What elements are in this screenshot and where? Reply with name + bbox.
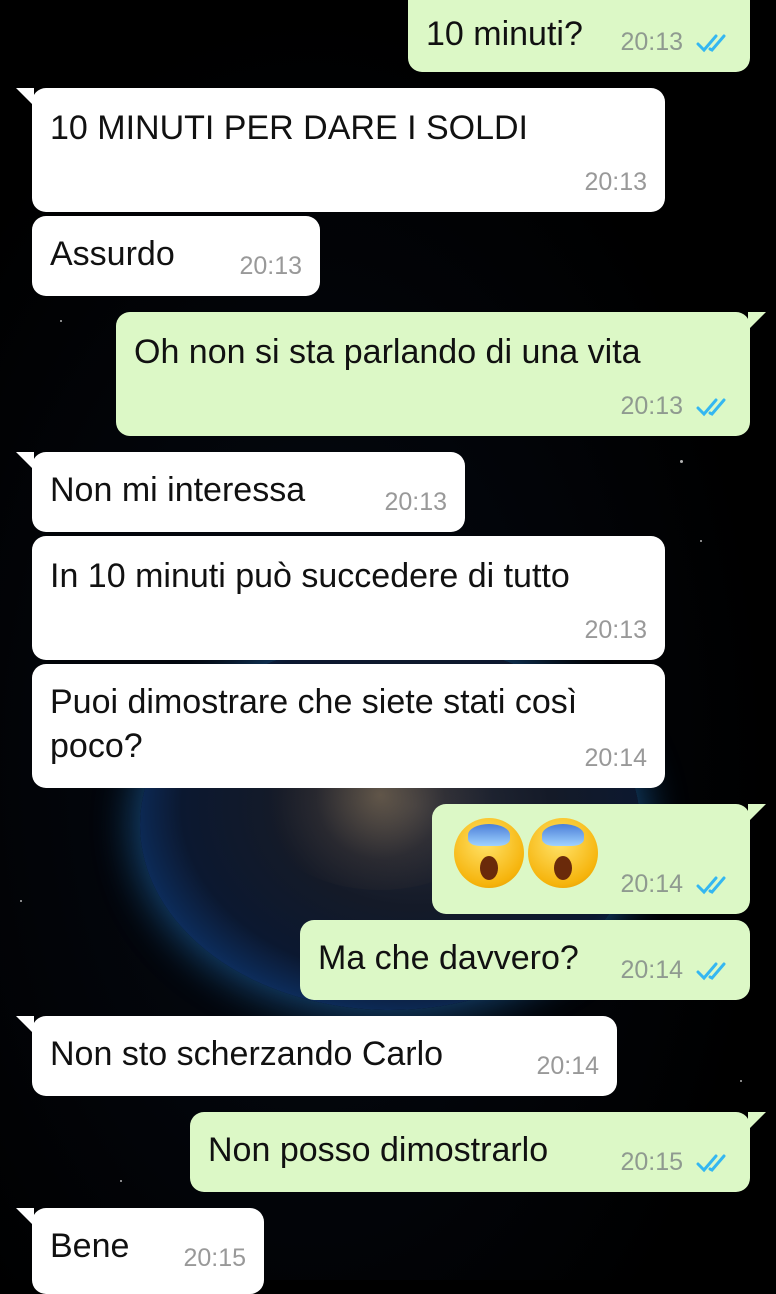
double-check-icon [696, 1154, 726, 1173]
double-check-icon [696, 962, 726, 981]
face-screaming-in-fear-icon [528, 818, 598, 888]
message-time: 20:14 [620, 870, 684, 898]
message-time: 20:13 [584, 168, 647, 196]
double-check-icon [696, 876, 726, 895]
message-outgoing[interactable]: Ma che davvero? 20:14 [300, 920, 750, 1000]
message-time: 20:13 [620, 28, 684, 56]
message-incoming[interactable]: 10 MINUTI PER DARE I SOLDI 20:13 [16, 88, 665, 212]
message-text: Bene [50, 1227, 130, 1265]
message-meta: 20:13 [620, 20, 732, 64]
message-time: 20:13 [384, 488, 447, 516]
message-time: 20:14 [584, 744, 647, 772]
message-text: Non posso dimostrarlo [208, 1131, 549, 1169]
star [740, 1080, 742, 1082]
message-outgoing[interactable]: Non posso dimostrarlo 20:15 [190, 1112, 766, 1192]
message-incoming[interactable]: In 10 minuti può succedere di tutto 20:1… [32, 536, 665, 660]
message-text: Oh non si sta parlando di una vita [134, 333, 641, 371]
message-text: Ma che davvero? [318, 939, 579, 977]
message-incoming[interactable]: Non sto scherzando Carlo 20:14 [16, 1016, 617, 1096]
message-text: 10 minuti? [426, 15, 583, 53]
star [60, 320, 62, 322]
message-time: 20:13 [620, 392, 684, 420]
message-time: 20:13 [239, 252, 302, 280]
message-time: 20:15 [183, 1244, 246, 1272]
star [120, 1180, 122, 1182]
face-screaming-in-fear-icon [454, 818, 524, 888]
message-incoming[interactable]: Assurdo 20:13 [32, 216, 320, 296]
message-text: Non mi interessa [50, 471, 306, 509]
message-incoming[interactable]: Bene 20:15 [16, 1208, 264, 1294]
message-outgoing-emoji[interactable]: 20:14 [432, 804, 766, 914]
star [700, 540, 702, 542]
message-time: 20:13 [584, 616, 647, 644]
message-outgoing[interactable]: Oh non si sta parlando di una vita 20:13 [116, 312, 766, 436]
double-check-icon [696, 398, 726, 417]
message-text: Puoi dimostrare che siete stati così poc… [50, 683, 578, 765]
message-meta: 20:14 [620, 948, 732, 992]
message-meta: 20:15 [620, 1140, 732, 1184]
message-meta: 20:13 [620, 384, 732, 428]
message-time: 20:14 [536, 1052, 599, 1080]
message-incoming[interactable]: Non mi interessa 20:13 [16, 452, 465, 532]
message-text: Non sto scherzando Carlo [50, 1035, 444, 1073]
message-text: In 10 minuti può succedere di tutto [50, 557, 570, 595]
message-text: 10 MINUTI PER DARE I SOLDI [50, 109, 528, 147]
message-meta: 20:14 [620, 862, 732, 906]
message-text: Assurdo [50, 235, 175, 273]
star [680, 460, 683, 463]
double-check-icon [696, 34, 726, 53]
message-time: 20:14 [620, 956, 684, 984]
message-incoming[interactable]: Puoi dimostrare che siete stati così poc… [32, 664, 665, 788]
star [20, 900, 22, 902]
message-outgoing[interactable]: 10 minuti? 20:13 [408, 0, 750, 72]
message-time: 20:15 [620, 1148, 684, 1176]
